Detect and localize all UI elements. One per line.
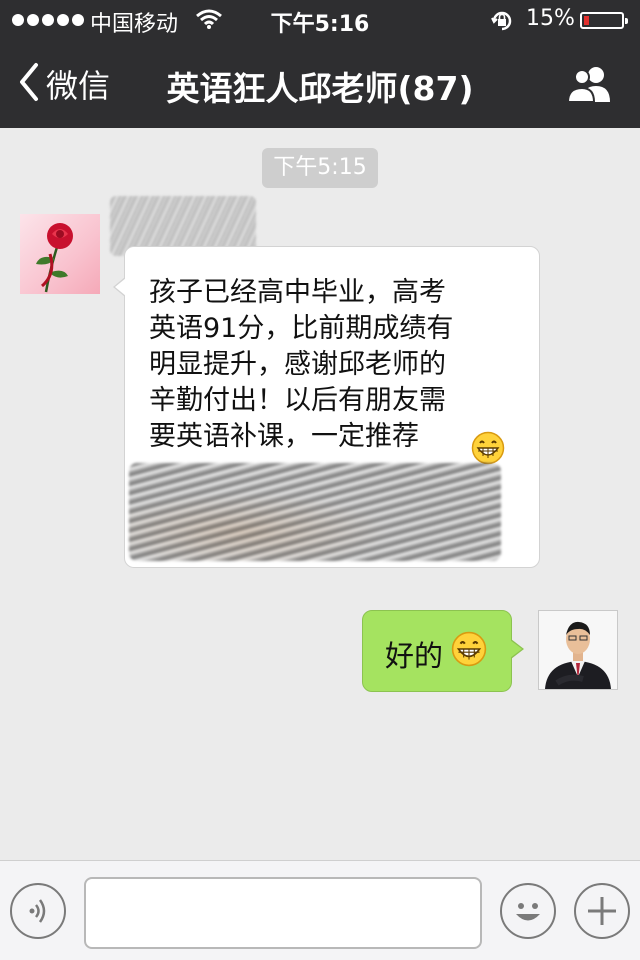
battery-icon [580,12,628,29]
message-input[interactable] [84,877,482,949]
message-text: 好的 [385,639,444,673]
chevron-left-icon [18,62,40,106]
message-line: 孩子已经高中毕业，高考 [149,277,446,308]
voice-icon[interactable] [10,883,66,939]
back-label: 微信 [46,67,111,105]
message-line: 要英语补课，一定推荐 [149,421,419,452]
message-line: 明显提升，感谢邱老师的 [149,349,446,380]
battery-percent: 15% [526,6,575,31]
back-button[interactable]: 微信 [18,60,110,108]
teacher-photo-avatar[interactable] [538,610,618,690]
contacts-icon[interactable] [566,64,614,108]
input-bar [0,860,640,960]
outgoing-message-bubble[interactable]: 好的 [362,610,524,692]
grin-emoji-icon [451,631,487,671]
message-line: 英语91分，比前期成绩有 [149,313,454,344]
message-line: 辛勤付出！以后有朋友需 [149,385,446,416]
rose-avatar-icon[interactable] [20,214,100,294]
incoming-message-bubble[interactable]: 孩子已经高中毕业，高考 英语91分，比前期成绩有 明显提升，感谢邱老师的 辛勤付… [113,246,540,568]
emoji-face-icon[interactable] [500,883,556,939]
redacted-scribble [129,463,501,561]
message-timestamp: 下午5:15 [262,148,378,188]
rotation-lock-icon [490,9,514,37]
status-bar: 中国移动 下午5:16 15% [0,0,640,40]
chat-title: 英语狂人邱老师(87) [166,69,474,108]
plus-icon[interactable] [574,883,630,939]
nav-bar: 微信 英语狂人邱老师(87) [0,40,640,128]
